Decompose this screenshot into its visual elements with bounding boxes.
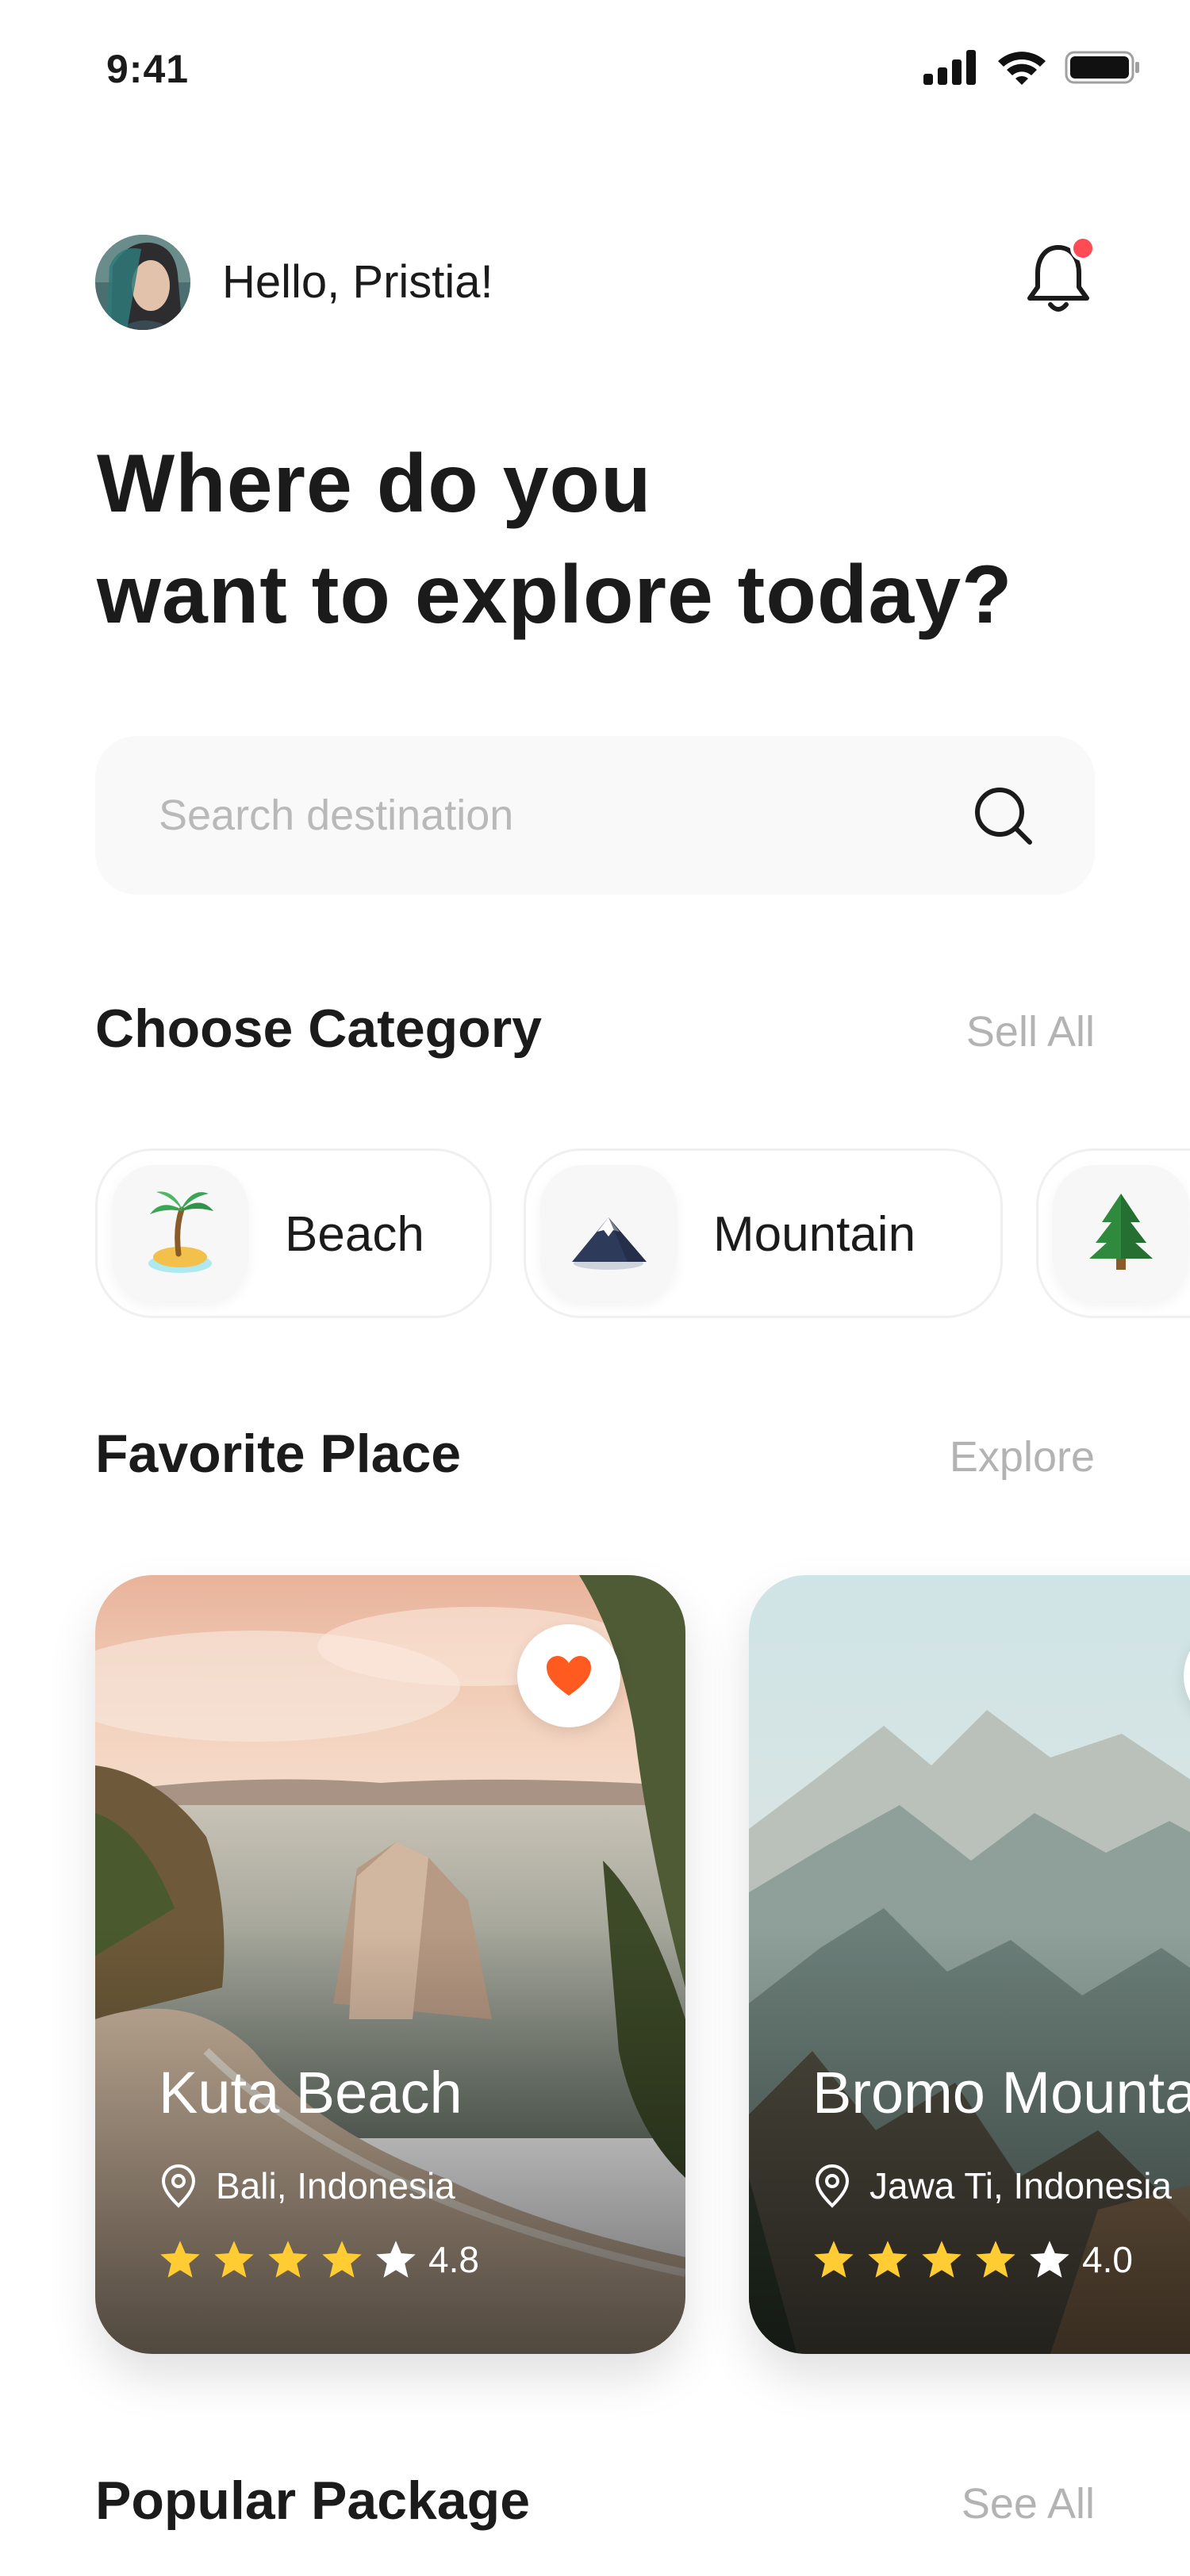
headline-line-2: want to explore today? bbox=[97, 549, 1013, 641]
search-input[interactable] bbox=[159, 784, 952, 847]
place-card[interactable]: Kuta Beach Bali, Indonesia 4.8 bbox=[95, 1575, 685, 2354]
headline-line-1: Where do you bbox=[97, 438, 652, 530]
heart-icon bbox=[547, 1656, 591, 1696]
search-icon[interactable] bbox=[971, 784, 1036, 849]
rating: 4.0 bbox=[812, 2238, 1133, 2281]
favorite-button[interactable] bbox=[517, 1624, 620, 1727]
star-filled-icon bbox=[868, 2241, 908, 2278]
battery-icon bbox=[1065, 51, 1139, 84]
mountain-icon bbox=[540, 1165, 677, 1301]
category-forest[interactable] bbox=[1036, 1148, 1190, 1318]
star-filled-icon bbox=[814, 2241, 854, 2278]
signal-icon bbox=[923, 50, 976, 85]
location-pin-icon bbox=[815, 2164, 850, 2208]
home-screen: 9:41 Hello, Pristia! Where do you want t… bbox=[0, 0, 1190, 2576]
notification-button[interactable] bbox=[1020, 236, 1096, 317]
star-filled-icon bbox=[922, 2241, 962, 2278]
star-filled-icon bbox=[160, 2241, 200, 2278]
page-title: Where do you want to explore today? bbox=[97, 428, 1013, 650]
place-location: Jawa Ti, Indonesia bbox=[812, 2164, 1172, 2208]
category-label: Beach bbox=[285, 1207, 424, 1262]
favorite-section-title: Favorite Place bbox=[95, 1424, 462, 1484]
greeting-text: Hello, Pristia! bbox=[222, 256, 493, 308]
avatar[interactable] bbox=[95, 235, 190, 330]
location-text: Bali, Indonesia bbox=[216, 2165, 455, 2206]
rating-value: 4.8 bbox=[428, 2239, 479, 2280]
mountain-photo bbox=[749, 1575, 1190, 2354]
star-filled-icon bbox=[976, 2241, 1015, 2278]
category-label: Mountain bbox=[713, 1207, 916, 1262]
star-empty-icon bbox=[1030, 2241, 1069, 2278]
location-pin-icon bbox=[161, 2164, 196, 2208]
wifi-icon bbox=[998, 52, 1046, 85]
explore-link[interactable]: Explore bbox=[950, 1432, 1095, 1482]
status-icons bbox=[923, 49, 1141, 86]
star-filled-icon bbox=[214, 2241, 254, 2278]
search-bar bbox=[95, 736, 1095, 895]
pine-tree-icon bbox=[1053, 1165, 1189, 1301]
place-location: Bali, Indonesia bbox=[159, 2164, 455, 2208]
place-card[interactable]: Bromo Mountain Jawa Ti, Indonesia 4.0 bbox=[749, 1575, 1190, 2354]
status-time: 9:41 bbox=[106, 47, 190, 91]
star-filled-icon bbox=[322, 2241, 362, 2278]
place-name: Bromo Mountain bbox=[812, 2060, 1190, 2126]
place-name: Kuta Beach bbox=[159, 2060, 463, 2126]
popular-section-title: Popular Package bbox=[95, 2471, 531, 2531]
location-text: Jawa Ti, Indonesia bbox=[869, 2165, 1173, 2206]
category-mountain[interactable]: Mountain bbox=[524, 1148, 1003, 1318]
notification-dot-icon bbox=[1070, 236, 1096, 261]
star-filled-icon bbox=[268, 2241, 308, 2278]
see-all-categories-link[interactable]: Sell All bbox=[966, 1007, 1095, 1056]
category-beach[interactable]: Beach bbox=[95, 1148, 492, 1318]
category-section-title: Choose Category bbox=[95, 999, 542, 1059]
rating: 4.8 bbox=[159, 2238, 479, 2281]
rating-value: 4.0 bbox=[1082, 2239, 1133, 2280]
palm-island-icon bbox=[112, 1165, 248, 1301]
see-all-packages-link[interactable]: See All bbox=[962, 2479, 1095, 2528]
star-empty-icon bbox=[376, 2241, 416, 2278]
